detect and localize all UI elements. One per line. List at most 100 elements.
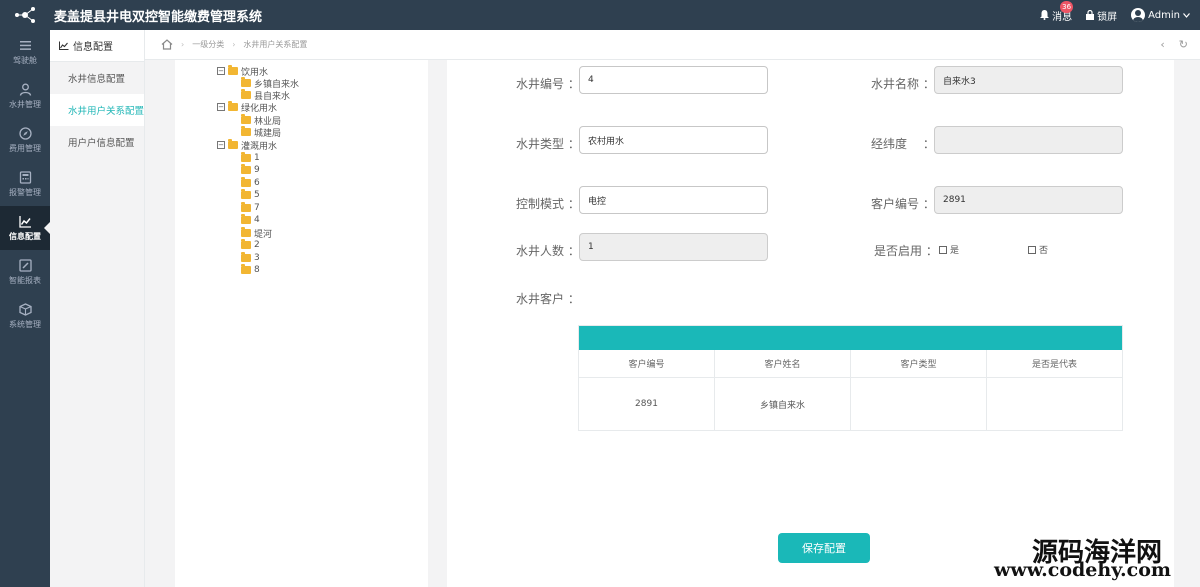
well-no-label: 水井编号 ： (516, 77, 580, 91)
tree-group-label: 灌溉用水 (241, 141, 278, 152)
compass-icon (18, 126, 32, 140)
nav-item-cockpit[interactable]: 驾驶舱 (0, 30, 50, 74)
enabled-no-label: 否 (1039, 246, 1049, 256)
well-customers-label: 水井客户 ： (516, 292, 580, 306)
avatar-icon (1131, 8, 1146, 22)
nav-item-fee-management[interactable]: 费用管理 (0, 118, 50, 162)
nav-item-smart-reports[interactable]: 智能报表 (0, 250, 50, 294)
well-name-input[interactable]: 自来水3 (934, 66, 1123, 94)
tree-node[interactable]: 2 (241, 239, 260, 251)
tree-node-label: 6 (254, 178, 260, 188)
submenu-item-well-info[interactable]: 水井信息配置 (50, 62, 144, 94)
tree-node[interactable]: 乡镇自来水 (241, 77, 299, 90)
breadcrumb-separator: › (181, 40, 185, 49)
tree-node[interactable]: 城建局 (241, 126, 282, 139)
app-logo-icon[interactable] (0, 0, 50, 30)
tree-node[interactable]: 堤河 (241, 227, 272, 240)
collapse-icon[interactable]: − (217, 67, 225, 75)
control-mode-select[interactable]: 电控 (579, 186, 768, 214)
column-header[interactable]: 客户类型 (851, 350, 987, 377)
column-header[interactable]: 客户姓名 (715, 350, 851, 377)
collapse-icon[interactable]: − (217, 103, 225, 111)
chevron-left-icon[interactable]: ‹ (1160, 38, 1164, 51)
enabled-no-checkbox[interactable]: 否 (1028, 243, 1048, 256)
chevron-down-icon (1183, 12, 1190, 18)
folder-icon (241, 214, 251, 224)
checkbox-box[interactable] (939, 245, 947, 254)
well-type-select[interactable]: 农村用水 (579, 126, 768, 154)
column-header[interactable]: 是否是代表 (987, 350, 1122, 377)
latlng-input[interactable] (934, 126, 1123, 154)
lock-screen-button[interactable]: 锁屏 (1086, 8, 1117, 23)
tree-node[interactable]: 3 (241, 252, 260, 264)
tree-node-label: 3 (254, 253, 260, 263)
lock-label: 锁屏 (1097, 11, 1118, 23)
save-config-button[interactable]: 保存配置 (778, 533, 870, 563)
folder-icon (228, 65, 238, 75)
breadcrumb-level1[interactable]: 一级分类 (192, 39, 224, 50)
customer-no-label: 客户编号 ： (871, 197, 935, 211)
box-icon (18, 302, 32, 316)
folder-icon (241, 239, 251, 249)
tree-node-label: 2 (254, 240, 260, 250)
user-icon (19, 83, 31, 96)
chart-icon (18, 215, 31, 228)
table-toolbar (579, 326, 1122, 350)
nav-label: 水井管理 (9, 99, 41, 109)
refresh-icon[interactable]: ↻ (1179, 38, 1188, 51)
tree-node[interactable]: 5 (241, 189, 260, 201)
tree-node[interactable]: 县自来水 (241, 89, 290, 102)
submenu-item-well-user-relation[interactable]: 水井用户关系配置 (50, 94, 144, 126)
nav-label: 报警管理 (9, 187, 41, 197)
tree-group[interactable]: − 灌溉用水 (217, 139, 278, 152)
folder-icon (241, 114, 251, 124)
folder-icon (241, 189, 251, 199)
latlng-label: 经纬度 ： (871, 137, 935, 151)
folder-icon (241, 264, 251, 274)
user-menu[interactable]: Admin (1131, 8, 1190, 22)
tree-node-label: 8 (254, 265, 260, 275)
nav-label: 智能报表 (9, 275, 41, 285)
well-no-input[interactable]: 4 (579, 66, 768, 94)
collapse-icon[interactable]: − (217, 141, 225, 149)
calculator-icon (19, 170, 31, 184)
watermark-url: www.codehy.com (994, 559, 1172, 581)
tree-group[interactable]: − 饮用水 (217, 65, 268, 78)
tree-node[interactable]: 1 (241, 152, 260, 164)
well-tree: − 饮用水 乡镇自来水 县自来水 − 绿化用水 林业局 城建局 − 灌溉用水 1… (175, 60, 428, 587)
checkbox-box[interactable] (1028, 245, 1036, 254)
tree-node[interactable]: 8 (241, 264, 260, 276)
tree-node-label: 城建局 (254, 128, 282, 139)
people-count-input[interactable]: 1 (579, 233, 768, 261)
column-header[interactable]: 客户编号 (579, 350, 715, 377)
tree-node[interactable]: 6 (241, 177, 260, 189)
folder-icon (241, 227, 251, 237)
tree-node[interactable]: 7 (241, 202, 260, 214)
nav-label: 驾驶舱 (13, 55, 37, 65)
customer-no-input[interactable]: 2891 (934, 186, 1123, 214)
sub-menu: 信息配置 水井信息配置 水井用户关系配置 用户户信息配置 (50, 30, 145, 587)
nav-item-system-management[interactable]: 系统管理 (0, 294, 50, 338)
tree-group[interactable]: − 绿化用水 (217, 101, 277, 114)
main-sidebar: 驾驶舱 水井管理 费用管理 报警管理 信息配置 智能报表 系统管理 (0, 30, 50, 587)
messages-count-badge: 36 (1060, 0, 1074, 13)
folder-icon (241, 202, 251, 212)
top-bar: 麦盖提县井电双控智能缴费管理系统 消息 36 锁屏 Admin (0, 0, 1200, 30)
table-header: 客户编号 客户姓名 客户类型 是否是代表 (579, 350, 1122, 378)
submenu-item-user-info[interactable]: 用户户信息配置 (50, 126, 144, 158)
folder-icon (228, 139, 238, 149)
table-cell (987, 378, 1122, 430)
enabled-yes-checkbox[interactable]: 是 (939, 243, 959, 256)
tree-node[interactable]: 9 (241, 164, 260, 176)
tree-node-label: 7 (254, 203, 260, 213)
breadcrumb-separator: › (232, 40, 236, 49)
submenu-header: 信息配置 (50, 30, 144, 62)
nav-item-well-management[interactable]: 水井管理 (0, 74, 50, 118)
tree-node[interactable]: 4 (241, 214, 260, 226)
home-icon[interactable] (161, 39, 173, 50)
table-row[interactable]: 2891 乡镇自来水 (579, 378, 1122, 430)
messages-button[interactable]: 消息 36 (1040, 0, 1074, 23)
tree-node[interactable]: 林业局 (241, 114, 281, 127)
nav-item-alarm-management[interactable]: 报警管理 (0, 162, 50, 206)
nav-item-info-config[interactable]: 信息配置 (0, 206, 50, 250)
